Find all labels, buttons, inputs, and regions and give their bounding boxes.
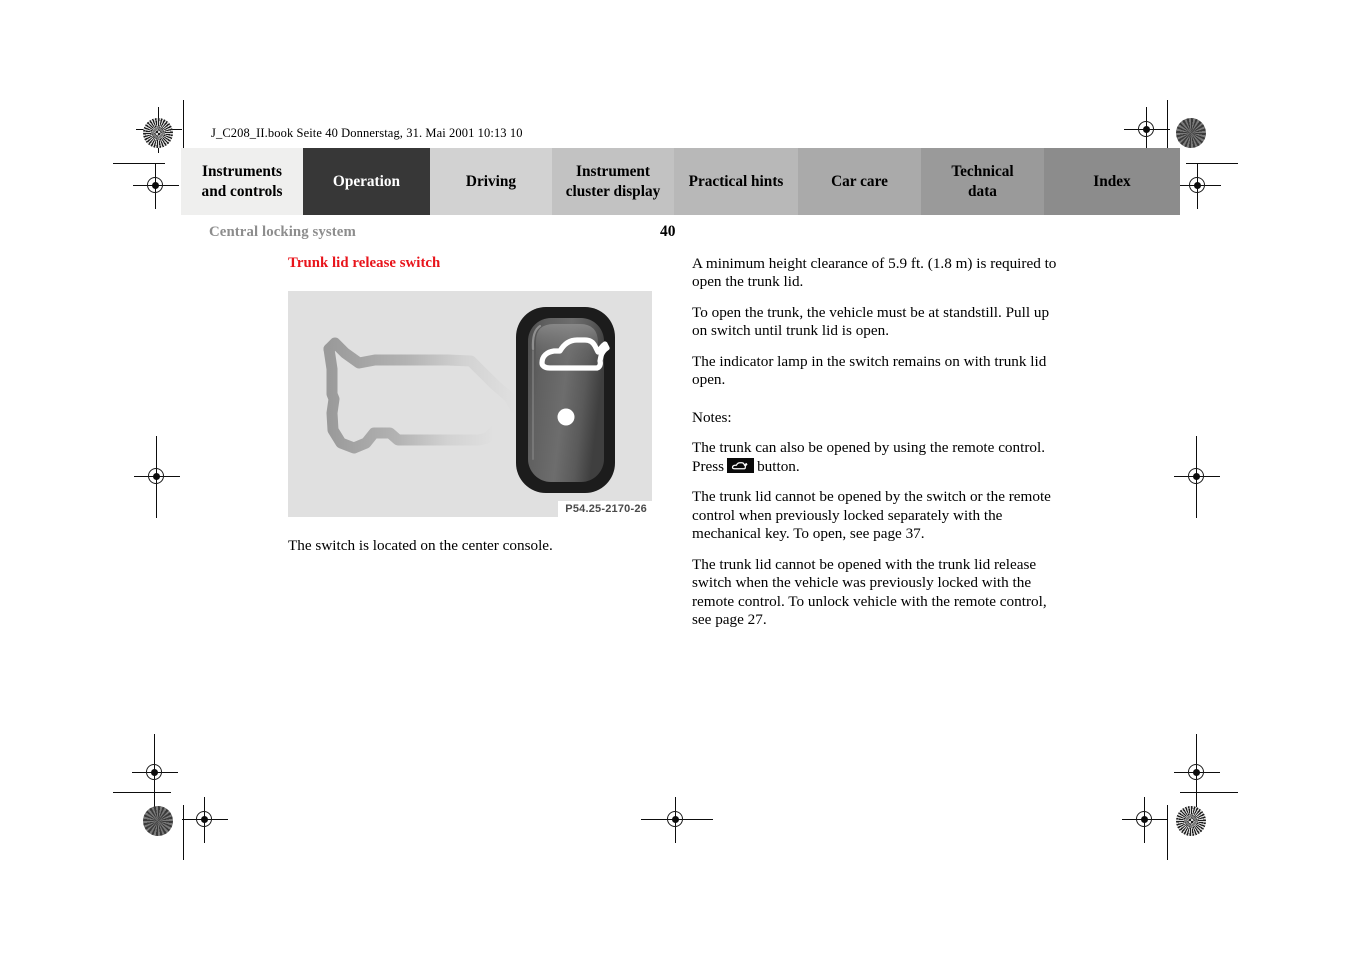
crop-line-right-lower-horizontal	[1180, 792, 1238, 794]
tab-technical-data[interactable]: Technical data	[921, 148, 1044, 215]
section-title: Trunk lid release switch	[288, 255, 441, 271]
running-head: Central locking system	[209, 224, 356, 240]
registration-mark-middle-right	[1174, 436, 1220, 518]
note-mechanical-key: The trunk lid cannot be opened by the sw…	[692, 488, 1051, 543]
figure-trunk-release-switch: P54.25-2170-26	[288, 291, 652, 517]
tab-label-line2: and controls	[201, 182, 283, 200]
registration-mark-top-right-inner	[1175, 163, 1221, 209]
star-target-bottom-right	[1176, 806, 1206, 836]
registration-mark-bottom-right-inner	[1122, 797, 1168, 843]
indicator-lamp-dot	[557, 408, 575, 426]
tab-index[interactable]: Index	[1044, 148, 1180, 215]
registration-mark-top-right	[1124, 107, 1170, 153]
tab-instruments-and-controls[interactable]: Instruments and controls	[181, 148, 303, 215]
registration-mark-bottom-left-inner	[182, 797, 228, 843]
file-info-line: J_C208_II.book Seite 40 Donnerstag, 31. …	[211, 126, 523, 140]
star-target-top-left	[143, 118, 173, 148]
tab-label-line1: Index	[1093, 172, 1131, 190]
page-number: 40	[660, 223, 676, 240]
note-remote-lock: The trunk lid cannot be opened with the …	[692, 555, 1047, 629]
remote-trunk-button-icon	[727, 457, 755, 473]
note-remote-control: The trunk can also be opened by using th…	[692, 439, 1060, 476]
tab-operation[interactable]: Operation	[303, 148, 430, 215]
paragraph-indicator-lamp: The indicator lamp in the switch remains…	[692, 352, 1047, 389]
tab-label-line1: Instruments	[202, 163, 282, 181]
figure-illustration	[288, 291, 652, 517]
registration-mark-bottom-left	[132, 734, 178, 812]
tab-label-line1: Driving	[465, 172, 517, 190]
tab-label-line1: Operation	[332, 172, 401, 190]
crop-line-bottom-left-vertical	[183, 805, 185, 860]
notes-label: Notes:	[692, 408, 732, 426]
tab-instrument-cluster-display[interactable]: Instrument cluster display	[552, 148, 674, 215]
crop-line-left-lower-horizontal	[113, 792, 171, 794]
tab-label-line1: Instrument	[576, 163, 650, 181]
registration-mark-middle-left	[134, 436, 180, 518]
paragraph-open-trunk: To open the trunk, the vehicle must be a…	[692, 303, 1050, 340]
left-column: Trunk lid release switch P54.25-2170-26 …	[288, 255, 652, 556]
registration-mark-bottom-right	[1174, 734, 1220, 812]
chapter-tab-strip: Instruments and controls Operation Drivi…	[181, 148, 1180, 215]
crop-line-top-left-vertical	[183, 100, 185, 150]
rocker-switch-graphic	[516, 307, 615, 493]
tab-practical-hints[interactable]: Practical hints	[674, 148, 798, 215]
right-column: A minimum height clearance of 5.9 ft. (1…	[692, 255, 1060, 642]
star-target-top-right	[1176, 118, 1206, 148]
crop-line-top-right-vertical	[1167, 100, 1169, 150]
registration-mark-top-left-inner	[133, 163, 179, 209]
crop-line-left-upper-horizontal	[113, 163, 165, 165]
crop-line-bottom-right-vertical	[1167, 805, 1169, 860]
tab-label-line1: Car care	[831, 172, 888, 190]
registration-mark-top-left	[136, 107, 182, 153]
figure-note: The switch is located on the center cons…	[288, 537, 553, 554]
tab-label-line1: Practical hints	[688, 172, 784, 190]
tab-car-care[interactable]: Car care	[798, 148, 921, 215]
tab-driving[interactable]: Driving	[430, 148, 552, 215]
registration-mark-bottom-center	[641, 797, 713, 843]
tab-label-line2: data	[968, 182, 997, 200]
tab-label-line1: Technical	[951, 163, 1014, 181]
note-remote-control-text-b: button.	[757, 457, 800, 475]
tab-label-line2: cluster display	[565, 182, 661, 200]
star-target-bottom-left	[143, 806, 173, 836]
paragraph-height-clearance: A minimum height clearance of 5.9 ft. (1…	[692, 255, 1057, 291]
crop-line-right-upper-horizontal	[1186, 163, 1238, 165]
figure-caption: P54.25-2170-26	[558, 501, 652, 517]
